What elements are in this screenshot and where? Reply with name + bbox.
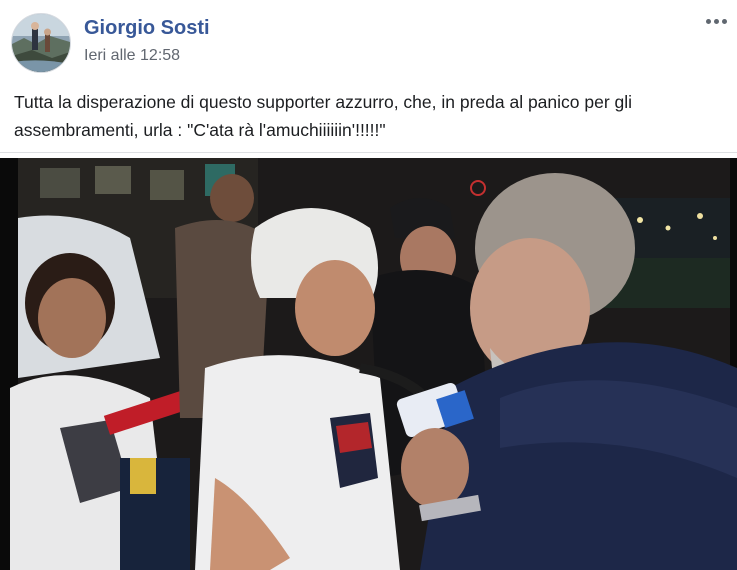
author-avatar[interactable] [11, 13, 71, 73]
more-options-button[interactable] [701, 10, 731, 32]
post-video[interactable] [0, 158, 737, 570]
video-frame [0, 158, 737, 570]
post-timestamp[interactable]: Ieri alle 12:58 [84, 47, 180, 65]
post-header: Giorgio Sosti Ieri alle 12:58 [0, 0, 737, 80]
divider [0, 152, 737, 153]
more-horizontal-icon [705, 18, 711, 24]
more-horizontal-icon-dot [721, 18, 727, 24]
author-name-link[interactable]: Giorgio Sosti [84, 17, 210, 40]
post-text: Tutta la disperazione di questo supporte… [14, 92, 633, 140]
feed-post: Giorgio Sosti Ieri alle 12:58 Tutta la d… [0, 0, 737, 570]
more-horizontal-icon-dot [713, 18, 719, 24]
